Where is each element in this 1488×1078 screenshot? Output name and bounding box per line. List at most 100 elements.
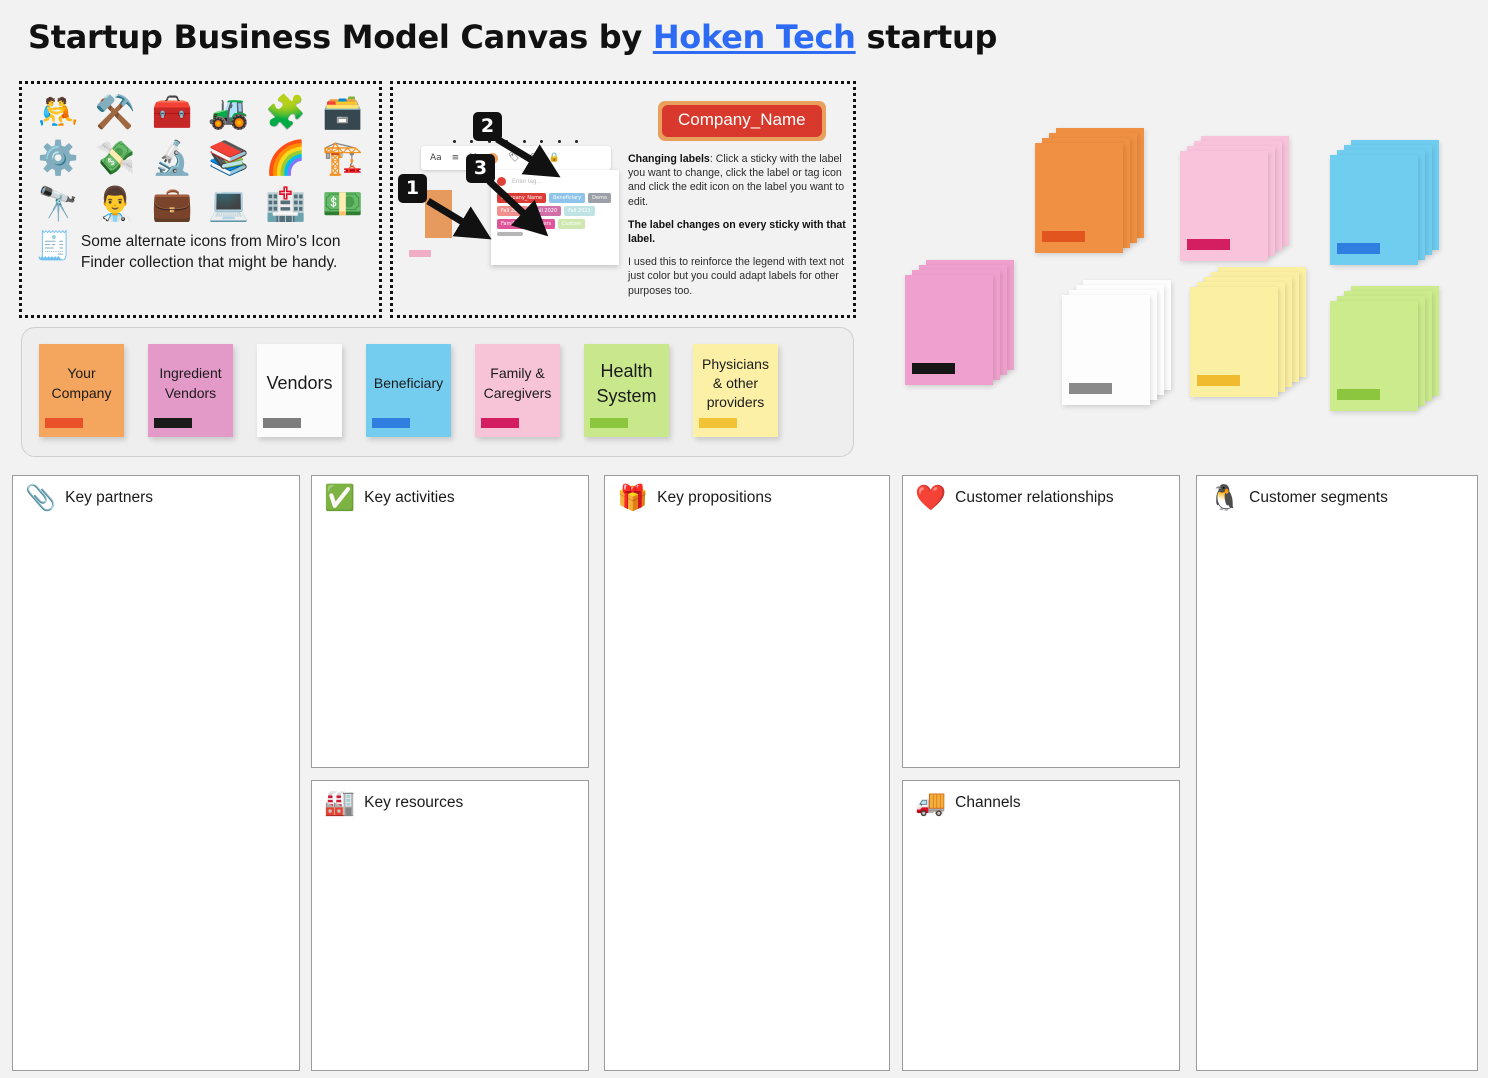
blue-sticky-stack[interactable] — [1330, 130, 1470, 280]
legend-sticky-label: Physicians & other providers — [702, 355, 769, 411]
key-propositions-icon: 🎁 — [617, 483, 649, 512]
bmc-block-header: 🚚 Channels — [903, 781, 1179, 815]
hospital-icon: 🏥 — [265, 184, 307, 223]
money-with-wings-icon: 💸 — [94, 138, 136, 177]
customer-relationships-title: Customer relationships — [955, 489, 1114, 506]
board-canvas: Startup Business Model Canvas by Hoken T… — [0, 0, 1488, 1078]
sticky-face-tag — [1337, 389, 1380, 400]
legend-strip: Your Company Ingredient Vendors Vendors Ben… — [21, 327, 854, 457]
page-title: Startup Business Model Canvas by Hoken T… — [28, 18, 997, 56]
telescope-icon: 🔭 — [37, 184, 79, 223]
legend-sticky[interactable]: Family & Caregivers — [475, 344, 560, 437]
legend-sticky[interactable]: Your Company — [39, 344, 124, 437]
key-partners-icon: 📎 — [25, 483, 57, 512]
how-to-paragraph-2: The label changes on every sticky with t… — [628, 218, 846, 246]
legend-sticky-tag — [154, 418, 192, 428]
key-partners-title: Key partners — [65, 489, 154, 506]
legend-sticky-label: Beneficiary — [373, 374, 444, 391]
title-part-2: startup — [855, 18, 998, 56]
legend-sticky[interactable]: Vendors — [257, 344, 342, 437]
channels-title: Channels — [955, 794, 1021, 811]
how-to-rest-3: I used this to reinforce the legend with… — [628, 256, 845, 297]
legend-sticky-label: Your Company — [51, 365, 112, 401]
key-propositions-title: Key propositions — [657, 489, 772, 506]
how-to-paragraph-1: Changing labels: Click a sticky with the… — [628, 152, 846, 209]
legend-sticky-tag — [699, 418, 737, 428]
sticky-face-tag — [912, 363, 955, 374]
green-sticky-stack[interactable] — [1330, 276, 1470, 426]
customer-relationships-icon: ❤️ — [915, 483, 947, 512]
legend-sticky-label: Family & Caregivers — [483, 365, 552, 401]
tractor-icon: 🚜 — [208, 92, 250, 131]
bmc-block-header: 🐧 Customer segments — [1197, 476, 1477, 510]
bmc-block-header: 🏭 Key resources — [312, 781, 588, 815]
white-sticky-stack[interactable] — [1062, 270, 1202, 420]
bmc-block-header: 🎁 Key propositions — [605, 476, 889, 510]
legend-sticky-tag — [263, 418, 301, 428]
key-activities-title: Key activities — [364, 489, 455, 506]
sticky-face-tag — [1042, 231, 1085, 242]
health-worker-icon: 👨‍⚕️ — [94, 184, 136, 223]
sticky-face-tag — [1197, 375, 1240, 386]
people-wrestling-icon: 🤼 — [37, 92, 79, 131]
luggage-icon: 💼 — [151, 184, 193, 223]
callout-3: 3 — [466, 154, 495, 183]
orange-sticky-stack[interactable] — [1035, 118, 1175, 268]
bmc-block-key-propositions[interactable]: 🎁 Key propositions — [604, 475, 890, 1071]
icon-grid: 🤼 ⚒️ 🧰 🚜 🧩 🗃️ ⚙️ 💸 🔬 📚 🌈 🏗️ 🔭 👨‍⚕️ 💼 💻 🏥 💵 — [22, 84, 379, 226]
gear-icon: ⚙️ — [37, 138, 79, 177]
puzzle-piece-icon: 🧩 — [265, 92, 307, 131]
legend-sticky-tag — [481, 418, 519, 428]
legend-sticky[interactable]: Beneficiary — [366, 344, 451, 437]
bmc-block-customer-relationships[interactable]: ❤️ Customer relationships — [902, 475, 1180, 768]
how-to-text: Changing labels: Click a sticky with the… — [628, 152, 846, 307]
how-to-bold-2: The label changes on every sticky with t… — [628, 218, 846, 245]
legend-sticky-label: Ingredient Vendors — [159, 365, 222, 401]
card-file-box-icon: 🗃️ — [322, 92, 364, 131]
how-to-paragraph-3: I used this to reinforce the legend with… — [628, 255, 846, 298]
how-to-bold-1: Changing labels — [628, 153, 710, 165]
how-to-panel: Company_Name Aa ≡ M 🏷 ☺ 🔒 — [390, 81, 856, 318]
rainbow-icon: 🌈 — [265, 138, 307, 177]
hoken-tech-link[interactable]: Hoken Tech — [653, 18, 856, 56]
sticky-face-tag — [1337, 243, 1380, 254]
legend-sticky-label: Health System — [596, 360, 657, 406]
icon-note-text: Some alternate icons from Miro's Icon Fi… — [80, 233, 341, 271]
sticky-face-tag — [1187, 239, 1230, 250]
customer-segments-icon: 🐧 — [1209, 483, 1241, 512]
microscope-icon: 🔬 — [151, 138, 193, 177]
callout-2: 2 — [473, 112, 502, 141]
legend-sticky[interactable]: Health System — [584, 344, 669, 437]
icon-reference-panel: 🤼 ⚒️ 🧰 🚜 🧩 🗃️ ⚙️ 💸 🔬 📚 🌈 🏗️ 🔭 👨‍⚕️ 💼 💻 🏥 💵 🧾 Some alterna… — [19, 81, 382, 318]
legend-sticky[interactable]: Physicians & other providers — [693, 344, 778, 437]
books-icon: 📚 — [208, 138, 250, 177]
pink-light-sticky-stack[interactable] — [1180, 126, 1320, 276]
bmc-block-channels[interactable]: 🚚 Channels — [902, 780, 1180, 1071]
title-part-1: Startup Business Model Canvas by — [28, 18, 653, 56]
legend-sticky-row: Your Company Ingredient Vendors Vendors Ben… — [22, 328, 853, 437]
legend-sticky[interactable]: Ingredient Vendors — [148, 344, 233, 437]
laptop-icon: 💻 — [208, 184, 250, 223]
customer-segments-title: Customer segments — [1249, 489, 1388, 506]
bmc-block-header: ✅ Key activities — [312, 476, 588, 510]
bmc-block-customer-segments[interactable]: 🐧 Customer segments — [1196, 475, 1478, 1071]
legend-sticky-label: Vendors — [266, 373, 333, 394]
key-resources-title: Key resources — [364, 794, 464, 811]
bmc-block-key-partners[interactable]: 📎 Key partners — [12, 475, 300, 1071]
yellow-sticky-stack[interactable] — [1190, 262, 1330, 412]
legend-sticky-tag — [372, 418, 410, 428]
hammer-and-pick-icon: ⚒️ — [94, 92, 136, 131]
bmc-block-header: 📎 Key partners — [13, 476, 299, 510]
legend-sticky-tag — [45, 418, 83, 428]
icon-note: 🧾 Some alternate icons from Miro's Icon … — [22, 226, 379, 273]
bmc-block-header: ❤️ Customer relationships — [903, 476, 1179, 510]
bmc-block-key-resources[interactable]: 🏭 Key resources — [311, 780, 589, 1071]
callout-1: 1 — [398, 174, 427, 203]
bmc-block-key-activities[interactable]: ✅ Key activities — [311, 475, 589, 768]
pink-sticky-stack[interactable] — [905, 250, 1045, 400]
building-construction-icon: 🏗️ — [322, 138, 364, 177]
legend-sticky-tag — [590, 418, 628, 428]
business-model-canvas: 📎 Key partners ✅ Key activities 🏭 Key resourc… — [12, 475, 1478, 1071]
receipt-icon: 🧾 — [36, 229, 71, 262]
toolbox-icon: 🧰 — [151, 92, 193, 131]
